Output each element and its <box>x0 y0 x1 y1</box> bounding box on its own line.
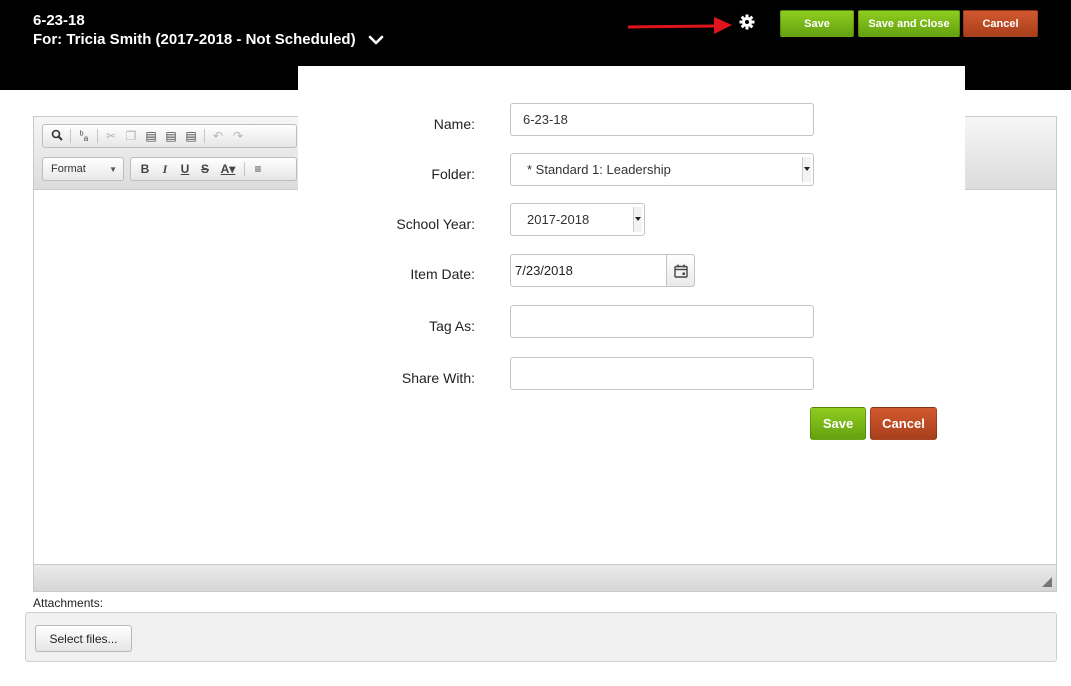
school-year-select-value: 2017-2018 <box>527 212 590 227</box>
folder-select-value: * Standard 1: Leadership <box>527 162 671 177</box>
toolbar-separator <box>70 129 71 143</box>
item-date-label: Item Date: <box>410 266 475 282</box>
redo-icon[interactable]: ↷ <box>228 129 248 143</box>
item-properties-dialog: Name: 6-23-18 Folder: * Standard 1: Lead… <box>298 66 965 560</box>
school-year-label: School Year: <box>396 216 475 232</box>
toolbar-separator <box>244 162 245 176</box>
caret-down-icon: ▼ <box>109 165 117 174</box>
paste-word-icon[interactable]: ▤ <box>181 129 201 143</box>
align-left-icon[interactable]: ≡ <box>248 162 268 176</box>
strikethrough-icon[interactable]: S <box>195 162 215 176</box>
toolbar-group-formatting: B I U S A▾ ≡ <box>130 157 297 181</box>
attachments-label: Attachments: <box>33 596 104 610</box>
underline-icon[interactable]: U <box>175 162 195 176</box>
editor-status-bar <box>34 564 1056 591</box>
page-title: 6-23-18 <box>33 12 85 29</box>
name-input[interactable]: 6-23-18 <box>510 103 814 136</box>
copy-icon[interactable]: ❐ <box>121 129 141 143</box>
cancel-button[interactable]: Cancel <box>963 10 1038 37</box>
caret-down-icon <box>633 207 642 232</box>
format-dropdown-label: Format <box>51 163 86 175</box>
tag-as-input[interactable] <box>510 305 814 338</box>
paste-icon[interactable]: ▤ <box>141 129 161 143</box>
item-date-input[interactable]: 7/23/2018 <box>510 254 695 287</box>
red-arrow-annotation <box>628 17 732 34</box>
replace-icon[interactable]: ᵇa <box>74 130 94 143</box>
dialog-cancel-button[interactable]: Cancel <box>870 407 937 440</box>
gear-icon[interactable] <box>739 14 755 30</box>
bold-icon[interactable]: B <box>135 162 155 176</box>
format-dropdown[interactable]: Format ▼ <box>42 157 124 181</box>
tag-as-label: Tag As: <box>429 318 475 334</box>
toolbar-separator <box>204 129 205 143</box>
caret-down-icon <box>802 157 811 182</box>
page: 6-23-18 For: Tricia Smith (2017-2018 - N… <box>0 0 1071 686</box>
item-date-value: 7/23/2018 <box>515 263 573 278</box>
save-button[interactable]: Save <box>780 10 854 37</box>
save-and-close-button[interactable]: Save and Close <box>858 10 960 37</box>
name-label: Name: <box>433 116 475 132</box>
toolbar-separator <box>97 129 98 143</box>
paste-text-icon[interactable]: ▤ <box>161 129 181 143</box>
select-files-button[interactable]: Select files... <box>35 625 132 652</box>
share-with-label: Share With: <box>401 370 475 386</box>
calendar-icon <box>673 264 688 278</box>
school-year-select[interactable]: 2017-2018 <box>510 203 645 236</box>
dialog-save-button[interactable]: Save <box>810 407 866 440</box>
text-color-icon[interactable]: A▾ <box>215 162 241 176</box>
find-icon[interactable] <box>47 129 67 144</box>
calendar-button[interactable] <box>666 254 695 287</box>
resize-handle-icon[interactable] <box>1042 577 1052 587</box>
chevron-down-icon[interactable] <box>368 32 384 48</box>
cut-icon[interactable]: ✂ <box>101 129 121 143</box>
share-with-input[interactable] <box>510 357 814 390</box>
subtitle-text: For: Tricia Smith (2017-2018 - Not Sched… <box>33 31 356 48</box>
attachments-dropzone: Select files... <box>25 612 1057 662</box>
undo-icon[interactable]: ↶ <box>208 129 228 143</box>
page-subtitle: For: Tricia Smith (2017-2018 - Not Sched… <box>33 31 384 48</box>
folder-label: Folder: <box>431 166 475 182</box>
toolbar-group-clipboard: ᵇa ✂ ❐ ▤ ▤ ▤ ↶ ↷ <box>42 124 297 148</box>
italic-icon[interactable]: I <box>155 162 175 177</box>
folder-select[interactable]: * Standard 1: Leadership <box>510 153 814 186</box>
